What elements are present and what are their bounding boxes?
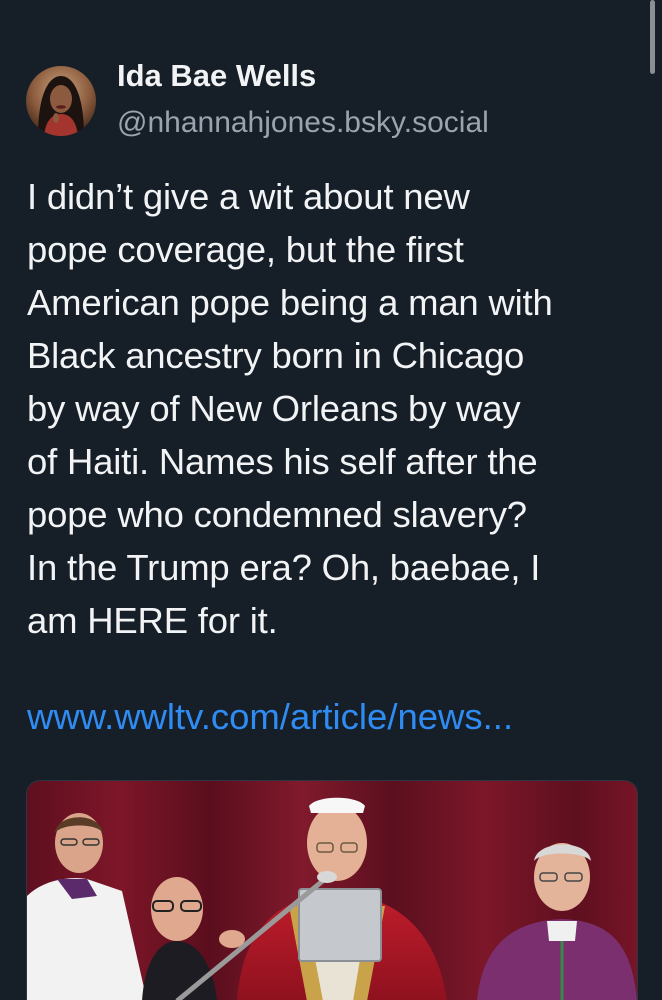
post-text-line: pope who condemned slavery? [27,494,527,535]
link-card-photo [27,781,637,1000]
link-card-image[interactable] [26,780,638,1000]
post-text-line: In the Trump era? Oh, baebae, I [27,547,541,588]
post-text-line: pope coverage, but the first [27,229,464,270]
post-text-line: American pope being a man with [27,282,553,323]
post-link[interactable]: www.wwltv.com/article/news... [27,690,513,743]
avatar[interactable] [26,66,96,136]
avatar-image [26,66,96,136]
post-text: I didn’t give a wit about new pope cover… [27,170,652,647]
post-text-line: I didn’t give a wit about new [27,176,470,217]
author-handle[interactable]: @nhannahjones.bsky.social [117,106,489,140]
post-text-line: Black ancestry born in Chicago [27,335,525,376]
post-text-line: am HERE for it. [27,600,278,641]
post-text-line: by way of New Orleans by way [27,388,521,429]
author-display-name[interactable]: Ida Bae Wells [117,58,316,94]
post: Ida Bae Wells @nhannahjones.bsky.social … [0,0,662,1000]
post-text-line: of Haiti. Names his self after the [27,441,538,482]
